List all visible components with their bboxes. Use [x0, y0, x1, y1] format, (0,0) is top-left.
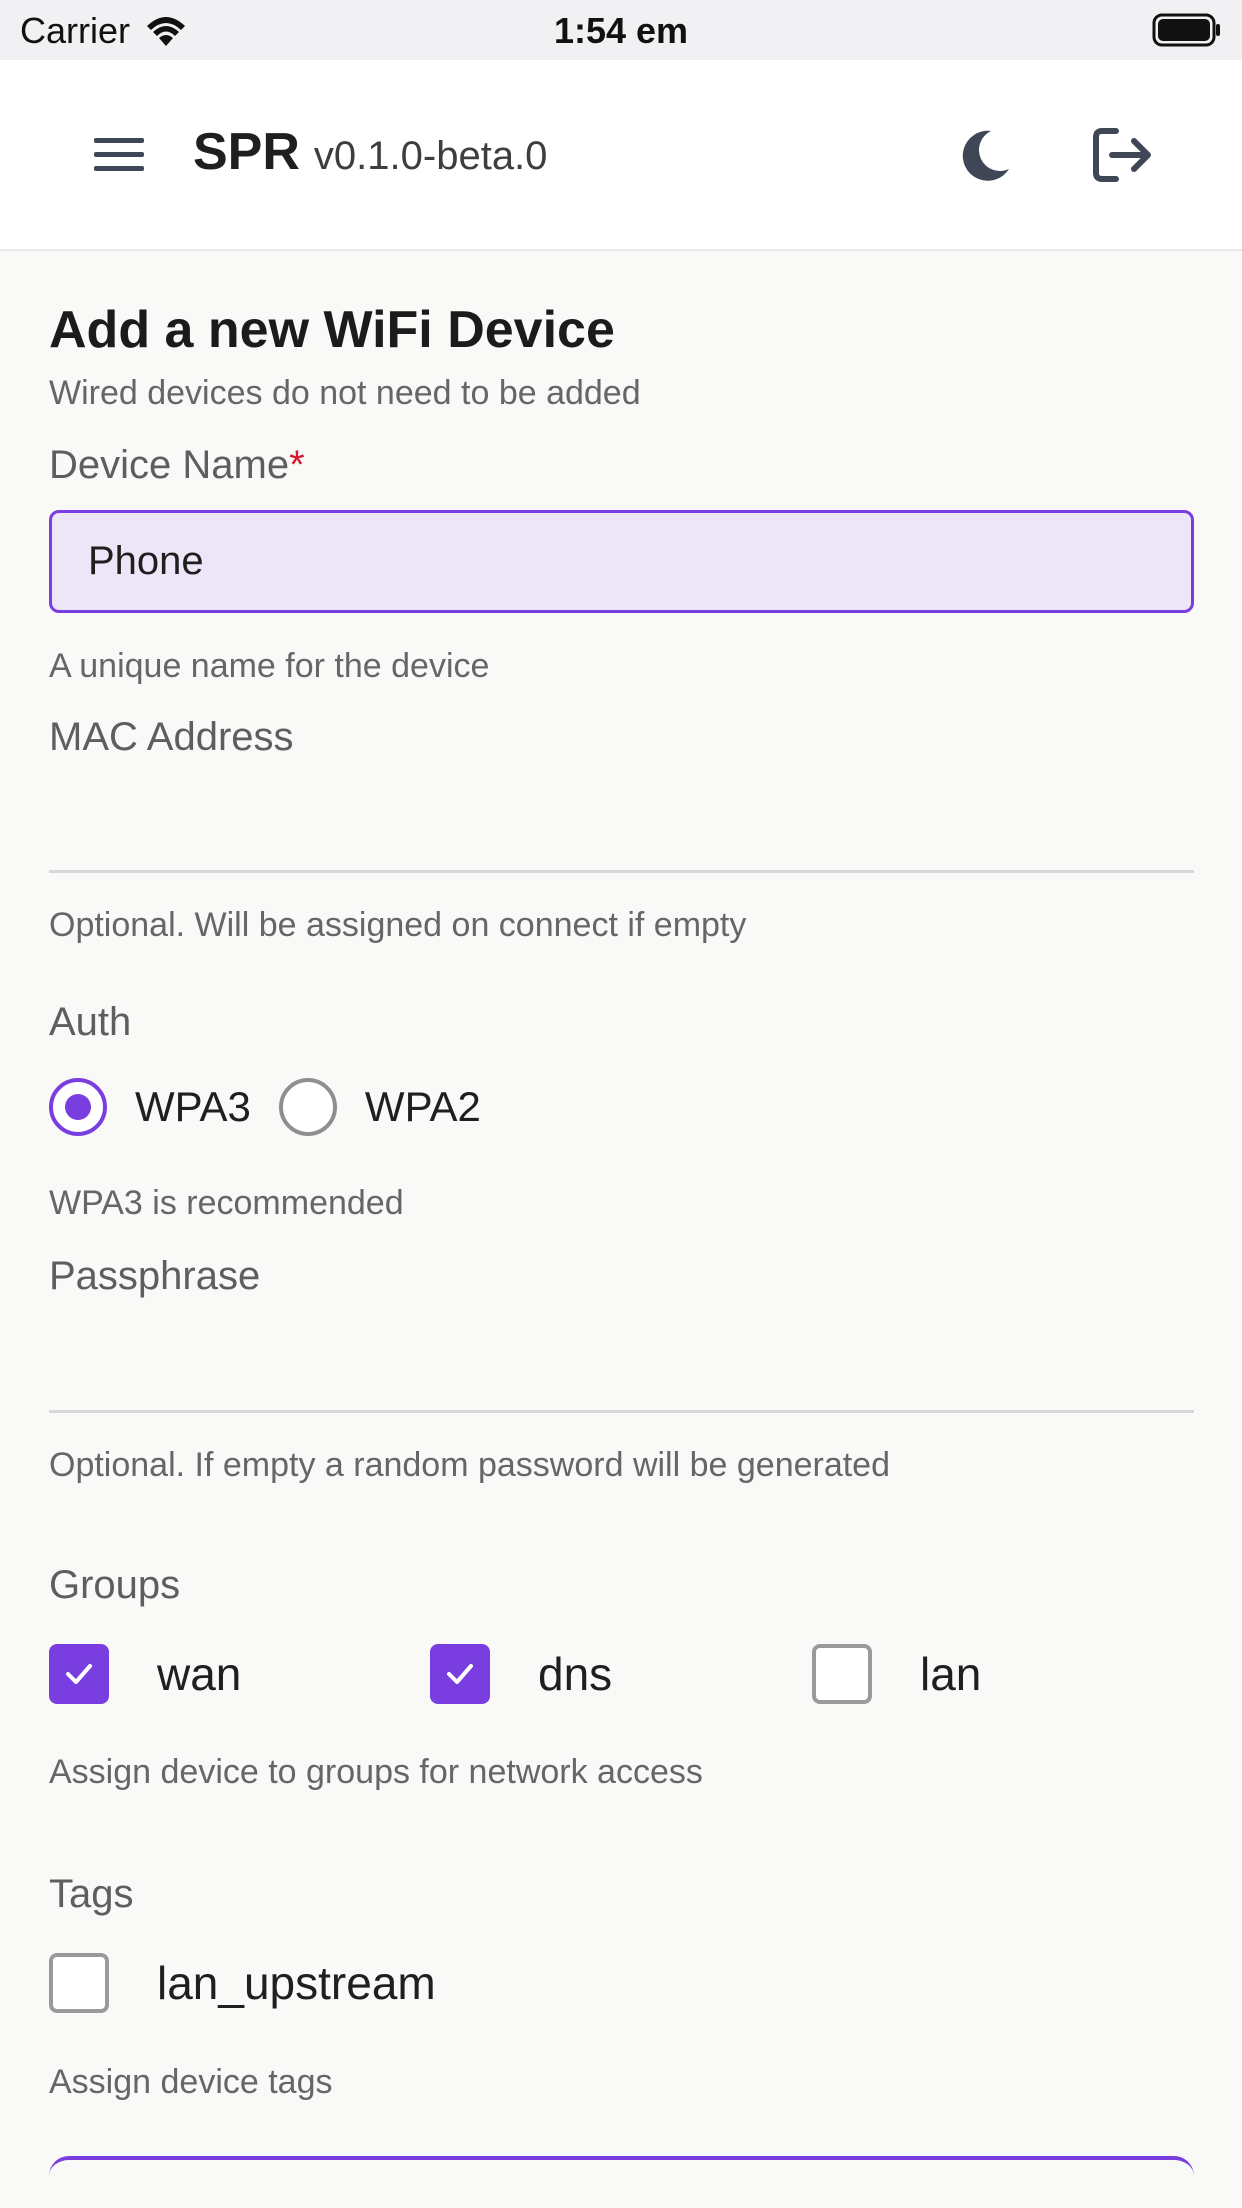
check-icon [66, 1664, 92, 1684]
checkbox-wan[interactable] [49, 1644, 109, 1704]
wifi-icon [147, 17, 186, 46]
group-dns-label: dns [538, 1648, 613, 1700]
tag-lan-upstream-label: lan_upstream [157, 1957, 436, 2009]
mac-address-label: MAC Address [49, 715, 294, 759]
radio-wpa3[interactable] [49, 1078, 107, 1136]
page-title: Add a new WiFi Device [49, 301, 615, 359]
hamburger-menu-icon[interactable] [88, 132, 150, 178]
radio-wpa2[interactable] [278, 1078, 337, 1136]
mac-address-helper: Optional. Will be assigned on connect if… [49, 906, 747, 944]
group-wan[interactable]: wan [49, 1644, 241, 1704]
radio-dot [65, 1094, 91, 1120]
moon-icon[interactable] [955, 125, 1015, 185]
tags-helper: Assign device tags [49, 2063, 333, 2101]
device-name-input[interactable] [49, 510, 1194, 613]
group-lan[interactable]: lan [812, 1644, 981, 1704]
brand: SPR v0.1.0-beta.0 [193, 122, 547, 182]
logout-icon[interactable] [1090, 125, 1156, 185]
page-subtitle: Wired devices do not need to be added [49, 374, 641, 412]
tags-label: Tags [49, 1872, 134, 1916]
groups-helper: Assign device to groups for network acce… [49, 1753, 703, 1791]
brand-name: SPR [193, 123, 300, 181]
required-mark: * [289, 443, 305, 487]
carrier-label: Carrier [20, 10, 131, 51]
checkbox-lan-upstream[interactable] [49, 1953, 109, 2013]
checkbox-lan[interactable] [812, 1644, 872, 1704]
passphrase-input[interactable] [49, 1333, 1194, 1413]
radio-wpa2-label[interactable]: WPA2 [365, 1083, 481, 1131]
submit-button-edge[interactable] [49, 2156, 1194, 2208]
tag-lan-upstream[interactable]: lan_upstream [49, 1953, 436, 2013]
app-header: SPR v0.1.0-beta.0 [0, 60, 1242, 251]
device-name-helper: A unique name for the device [49, 647, 490, 685]
group-dns[interactable]: dns [430, 1644, 612, 1704]
groups-label: Groups [49, 1563, 181, 1607]
version-label: v0.1.0-beta.0 [313, 134, 548, 178]
status-bar: Carrier 1:54 em [0, 0, 1242, 60]
group-wan-label: wan [157, 1648, 242, 1700]
group-lan-label: lan [920, 1648, 982, 1700]
checkbox-dns[interactable] [430, 1644, 490, 1704]
check-icon [447, 1664, 473, 1684]
mac-address-input[interactable] [49, 793, 1194, 873]
auth-radio-group: WPA3 WPA2 [49, 1078, 509, 1136]
battery-icon [1152, 13, 1220, 47]
device-name-label-text: Device Name [49, 443, 290, 487]
passphrase-label: Passphrase [49, 1254, 261, 1298]
auth-label: Auth [49, 1000, 132, 1044]
carrier: Carrier [20, 10, 188, 52]
passphrase-helper: Optional. If empty a random password wil… [49, 1446, 891, 1484]
auth-helper: WPA3 is recommended [49, 1184, 404, 1222]
radio-wpa3-label[interactable]: WPA3 [135, 1083, 251, 1131]
device-name-label: Device Name* [49, 443, 305, 488]
